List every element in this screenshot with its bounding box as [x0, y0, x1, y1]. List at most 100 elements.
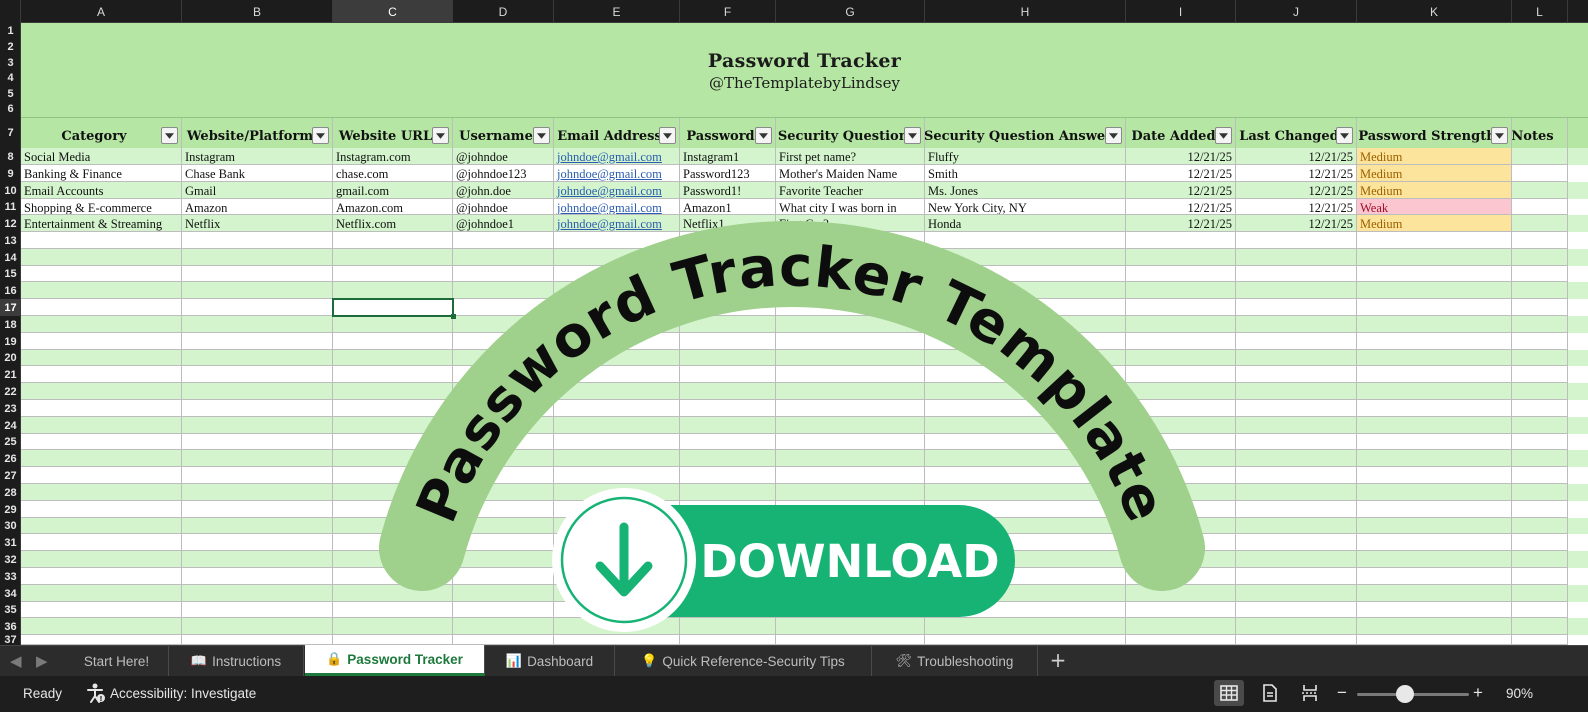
table-cell[interactable]	[182, 383, 333, 400]
table-cell[interactable]	[1512, 266, 1568, 282]
table-cell[interactable]	[1126, 518, 1236, 534]
table-cell[interactable]: Honda	[925, 215, 1126, 232]
table-cell[interactable]	[182, 467, 333, 484]
table-cell[interactable]: Mother's Maiden Name	[776, 165, 925, 182]
table-cell[interactable]	[925, 501, 1126, 518]
table-cell[interactable]	[1126, 450, 1236, 467]
table-cell[interactable]	[925, 518, 1126, 534]
table-cell[interactable]	[680, 602, 776, 618]
table-cell[interactable]	[182, 618, 333, 635]
table-cell[interactable]	[680, 585, 776, 602]
table-cell[interactable]	[453, 585, 554, 602]
table-cell[interactable]	[925, 551, 1126, 568]
table-cell[interactable]	[554, 568, 680, 585]
table-cell[interactable]	[1236, 400, 1357, 417]
table-cell[interactable]	[776, 299, 925, 316]
table-cell[interactable]	[333, 484, 453, 501]
row-header-2[interactable]: 2	[0, 39, 20, 55]
table-cell[interactable]	[925, 450, 1126, 467]
table-cell[interactable]	[925, 383, 1126, 400]
table-cell[interactable]	[333, 282, 453, 299]
table-cell[interactable]: What city I was born in	[776, 199, 925, 215]
table-cell[interactable]	[680, 501, 776, 518]
email-link-cell[interactable]: johndoe@gmail.com	[554, 148, 680, 165]
table-cell[interactable]	[1236, 602, 1357, 618]
column-header-d[interactable]: D	[453, 0, 554, 23]
table-cell[interactable]	[182, 568, 333, 585]
table-cell[interactable]	[680, 232, 776, 249]
row-header-20[interactable]: 20	[0, 350, 20, 366]
row-header-32[interactable]: 32	[0, 551, 20, 568]
table-cell[interactable]	[925, 282, 1126, 299]
table-cell[interactable]	[1512, 333, 1568, 350]
row-header-10[interactable]: 10	[0, 182, 20, 199]
table-cell[interactable]: Instagram.com	[333, 148, 453, 165]
table-cell[interactable]	[21, 518, 182, 534]
sheet-tab[interactable]: 📖 Instructions	[169, 646, 304, 676]
table-cell[interactable]	[1357, 400, 1512, 417]
table-cell[interactable]	[554, 232, 680, 249]
table-cell[interactable]	[925, 249, 1126, 266]
table-cell[interactable]	[925, 350, 1126, 366]
table-cell[interactable]	[453, 501, 554, 518]
table-cell[interactable]	[680, 450, 776, 467]
table-cell[interactable]	[182, 366, 333, 383]
table-cell[interactable]	[680, 551, 776, 568]
table-cell[interactable]	[21, 501, 182, 518]
row-header-27[interactable]: 27	[0, 467, 20, 484]
table-cell[interactable]	[680, 635, 776, 645]
table-cell[interactable]	[182, 400, 333, 417]
table-cell[interactable]	[333, 434, 453, 450]
table-cell[interactable]	[1357, 534, 1512, 551]
table-cell[interactable]	[1236, 534, 1357, 551]
table-cell[interactable]	[1236, 518, 1357, 534]
table-cell[interactable]	[554, 316, 680, 333]
row-header-11[interactable]: 11	[0, 199, 20, 215]
table-cell[interactable]	[453, 282, 554, 299]
table-cell[interactable]	[1126, 568, 1236, 585]
row-header-13[interactable]: 13	[0, 232, 20, 249]
table-cell[interactable]	[1357, 551, 1512, 568]
table-cell[interactable]	[680, 383, 776, 400]
table-cell[interactable]: Medium	[1357, 165, 1512, 182]
table-cell[interactable]	[21, 299, 182, 316]
table-cell[interactable]	[776, 417, 925, 434]
table-cell[interactable]	[554, 551, 680, 568]
table-cell[interactable]	[453, 551, 554, 568]
table-cell[interactable]	[1512, 434, 1568, 450]
table-cell[interactable]	[925, 568, 1126, 585]
table-cell[interactable]	[333, 450, 453, 467]
row-header-7[interactable]: 7	[0, 117, 20, 148]
table-cell[interactable]	[925, 266, 1126, 282]
table-cell[interactable]: Netflix1	[680, 215, 776, 232]
row-header-37[interactable]: 37	[0, 634, 20, 645]
row-header-8[interactable]: 8	[0, 148, 20, 165]
table-cell[interactable]	[680, 434, 776, 450]
row-header-18[interactable]: 18	[0, 316, 20, 333]
filter-dropdown-button[interactable]	[1215, 127, 1232, 144]
table-cell[interactable]	[925, 299, 1126, 316]
row-header-9[interactable]: 9	[0, 165, 20, 182]
table-cell[interactable]	[1357, 249, 1512, 266]
email-link-cell[interactable]: johndoe@gmail.com	[554, 165, 680, 182]
row-header-30[interactable]: 30	[0, 518, 20, 534]
table-cell[interactable]	[554, 602, 680, 618]
table-cell[interactable]	[182, 602, 333, 618]
table-cell[interactable]	[1126, 585, 1236, 602]
table-cell[interactable]	[1512, 417, 1568, 434]
zoom-in-button[interactable]: +	[1473, 683, 1483, 703]
table-cell[interactable]: 12/21/25	[1126, 215, 1236, 232]
table-cell[interactable]	[1357, 282, 1512, 299]
table-cell[interactable]	[1236, 333, 1357, 350]
table-cell[interactable]	[1236, 467, 1357, 484]
row-header-19[interactable]: 19	[0, 333, 20, 350]
table-cell[interactable]	[925, 366, 1126, 383]
table-cell[interactable]	[333, 232, 453, 249]
table-cell[interactable]	[453, 467, 554, 484]
table-cell[interactable]: Weak	[1357, 199, 1512, 215]
table-cell[interactable]	[680, 249, 776, 266]
table-cell[interactable]: @johndoe123	[453, 165, 554, 182]
table-cell[interactable]	[680, 400, 776, 417]
table-cell[interactable]	[453, 249, 554, 266]
table-cell[interactable]	[453, 232, 554, 249]
